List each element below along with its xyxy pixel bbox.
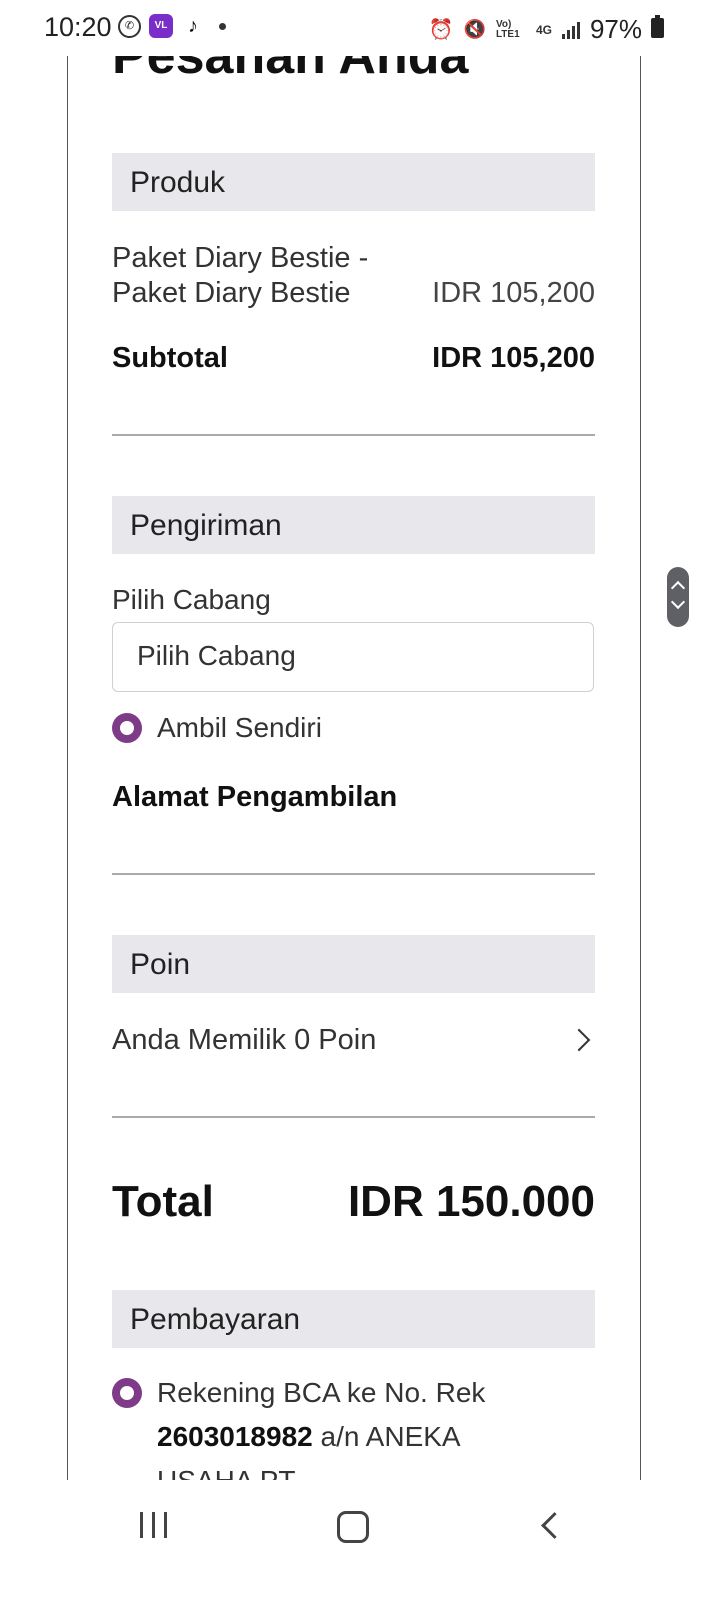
notification-icons: ✆ VL ♪ [118, 14, 226, 38]
payment-bca-radio[interactable] [112, 1378, 142, 1408]
section-title: Pembayaran [130, 1303, 301, 1336]
chevron-up-icon [670, 580, 686, 596]
battery-icon [651, 15, 664, 38]
product-name-line2: Paket Diary Bestie [112, 277, 351, 309]
product-name: Paket Diary Bestie - Paket Diary Bestie [112, 241, 368, 311]
section-title: Produk [130, 166, 226, 199]
navigation-bar [0, 1480, 720, 1600]
vl-app-icon: VL [149, 14, 173, 38]
scroll-handle[interactable] [667, 567, 689, 627]
chevron-right-icon [567, 1028, 591, 1052]
signal-icon [561, 21, 580, 39]
checkout-page: Pesanan Anda Produk Paket Diary Bestie -… [67, 56, 641, 1480]
total-value: IDR 150.000 [347, 1177, 595, 1226]
system-icons: ⏰ 🔇 Vo) LTE1 4G 97% [429, 14, 662, 45]
battery-percentage: 97% [589, 14, 642, 44]
pickup-address-label: Alamat Pengambilan [112, 781, 398, 813]
divider [112, 873, 595, 875]
page-title: Pesanan Anda [112, 56, 469, 85]
section-header-pengiriman: Pengiriman [112, 496, 595, 554]
section-header-pembayaran: Pembayaran [112, 1290, 595, 1348]
more-notifications-dot [219, 22, 226, 30]
network-type-icon: 4G [535, 22, 552, 37]
pickup-radio-label[interactable]: Ambil Sendiri [157, 712, 322, 744]
section-title: Pengiriman [130, 509, 282, 542]
account-holder: a/n ANEKA [320, 1421, 461, 1452]
branch-label: Pilih Cabang [112, 584, 271, 615]
section-title: Poin [130, 948, 191, 981]
account-number: 2603018982 [157, 1421, 313, 1452]
mute-icon: 🔇 [463, 19, 486, 39]
subtotal-value: IDR 105,200 [432, 342, 595, 374]
whatsapp-icon: ✆ [118, 14, 141, 38]
alarm-icon: ⏰ [428, 19, 454, 41]
pickup-radio[interactable] [112, 713, 142, 743]
product-name-line1: Paket Diary Bestie - [112, 242, 369, 274]
home-icon[interactable] [337, 1511, 369, 1543]
subtotal-label: Subtotal [112, 342, 228, 374]
section-header-produk: Produk [112, 153, 595, 211]
section-header-poin: Poin [112, 935, 595, 993]
back-icon[interactable] [541, 1512, 568, 1539]
payment-prefix: Rekening BCA ke No. Rek [157, 1377, 486, 1408]
points-text: Anda Memilik 0 Poin [112, 1024, 377, 1056]
account-holder-line3: USAHA PT [157, 1465, 295, 1480]
divider [112, 434, 595, 436]
total-label: Total [112, 1177, 214, 1226]
branch-select[interactable]: Pilih Cabang [112, 622, 594, 692]
recent-apps-icon[interactable] [140, 1512, 167, 1538]
status-time: 10:20 [44, 12, 112, 42]
divider [112, 1116, 595, 1118]
product-price: IDR 105,200 [432, 277, 595, 309]
volte-icon: Vo) LTE1 [495, 18, 520, 40]
points-row[interactable]: Anda Memilik 0 Poin [112, 1018, 595, 1068]
status-bar: 10:20 ✆ VL ♪ ⏰ 🔇 Vo) LTE1 4G 97% [0, 0, 720, 56]
tiktok-icon: ♪ [188, 15, 198, 37]
payment-bca-label[interactable]: Rekening BCA ke No. Rek 2603018982 a/n A… [157, 1371, 597, 1480]
branch-select-value: Pilih Cabang [137, 640, 296, 671]
chevron-down-icon [670, 594, 686, 610]
